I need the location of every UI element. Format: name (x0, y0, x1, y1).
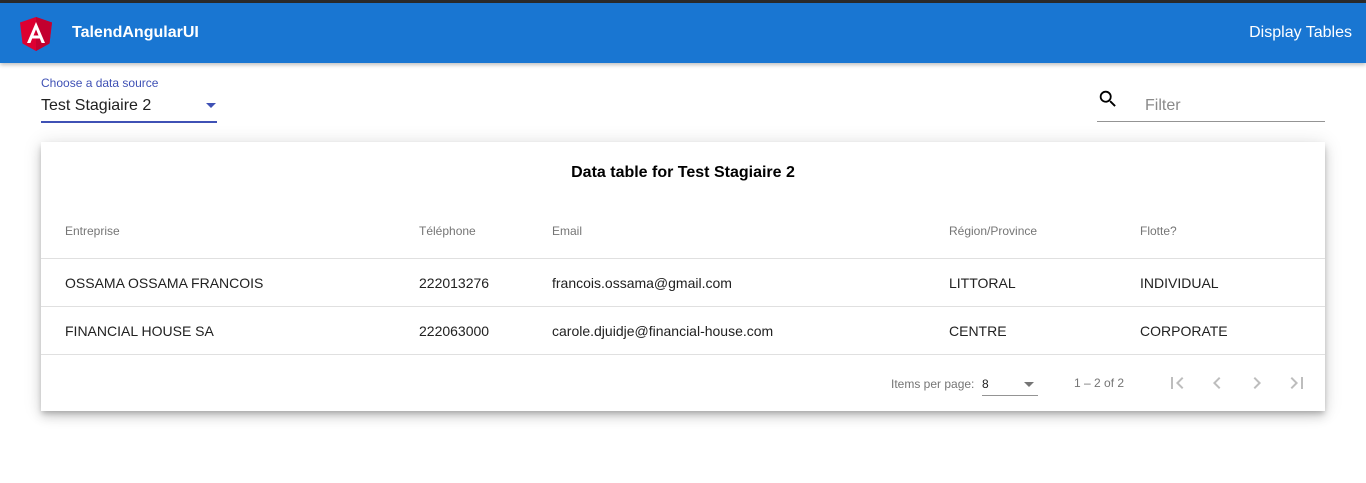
data-source-value: Test Stagiaire 2 (41, 97, 152, 114)
first-page-icon (1171, 377, 1184, 389)
items-per-page-select[interactable]: 8 (982, 375, 1038, 397)
select-underline (41, 121, 217, 123)
items-per-page-label: Items per page: (891, 377, 975, 391)
dropdown-arrow-icon (1024, 382, 1034, 387)
last-page-button[interactable] (1285, 371, 1309, 395)
cell-telephone: 222013276 (419, 275, 490, 291)
range-label: 1 – 2 of 2 (1074, 376, 1125, 390)
cell-flotte: CORPORATE (1140, 323, 1228, 339)
column-header-email[interactable]: Email (552, 224, 582, 238)
cell-email: francois.ossama@gmail.com (552, 275, 732, 291)
first-page-button[interactable] (1165, 371, 1189, 395)
filter-input[interactable] (1145, 94, 1323, 118)
previous-page-button[interactable] (1205, 371, 1229, 395)
cell-telephone: 222063000 (419, 323, 490, 339)
cell-region: LITTORAL (949, 275, 1016, 291)
paginator: Items per page: 8 1 – 2 of 2 (41, 355, 1325, 411)
cell-entreprise: OSSAMA OSSAMA FRANCOIS (65, 275, 264, 291)
table-row[interactable]: OSSAMA OSSAMA FRANCOIS 222013276 francoi… (41, 259, 1325, 307)
search-icon (1099, 90, 1116, 107)
filter-field (1097, 86, 1325, 122)
app-toolbar: TalendAngularUI Display Tables (0, 3, 1366, 63)
cell-flotte: INDIVIDUAL (1140, 275, 1219, 291)
column-header-entreprise[interactable]: Entreprise (65, 224, 120, 238)
cell-entreprise: FINANCIAL HOUSE SA (65, 323, 214, 339)
items-per-page-value: 8 (982, 377, 989, 391)
app-title[interactable]: TalendAngularUI (72, 24, 199, 42)
last-page-icon (1290, 377, 1303, 389)
cell-email: carole.djuidje@financial-house.com (552, 323, 774, 339)
column-header-region[interactable]: Région/Province (949, 224, 1037, 238)
column-header-flotte[interactable]: Flotte? (1140, 224, 1177, 238)
next-page-button[interactable] (1245, 371, 1269, 395)
next-page-icon (1253, 377, 1261, 389)
data-source-select[interactable]: Test Stagiaire 2 (41, 94, 220, 124)
table-row[interactable]: FINANCIAL HOUSE SA 222063000 carole.djui… (41, 307, 1325, 355)
display-tables-link[interactable]: Display Tables (1249, 24, 1352, 42)
table-header-row: Entreprise Téléphone Email Région/Provin… (41, 206, 1325, 259)
filter-underline (1097, 121, 1325, 122)
data-table-card: Data table for Test Stagiaire 2 Entrepri… (41, 142, 1325, 411)
table-title: Data table for Test Stagiaire 2 (571, 164, 795, 181)
select-underline (982, 395, 1038, 396)
data-source-label: Choose a data source (41, 76, 159, 90)
cell-region: CENTRE (949, 323, 1007, 339)
column-header-telephone[interactable]: Téléphone (419, 224, 476, 238)
dropdown-arrow-icon (206, 103, 216, 108)
previous-page-icon (1213, 377, 1221, 389)
angular-logo-icon[interactable] (20, 17, 52, 51)
